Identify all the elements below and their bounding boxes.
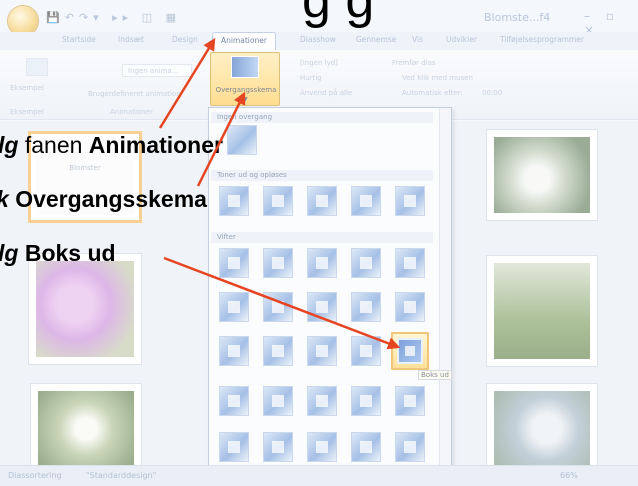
callout-arrows	[158, 37, 401, 350]
arrow-to-animationer-tab	[158, 37, 216, 129]
arrow-to-transition-scheme	[196, 91, 246, 187]
powerpoint-screenshot: 💾↶↷▾ ▸▸ ◫ ▦ Blomste...f4 – ▫ × Startside…	[0, 0, 638, 486]
arrow-to-box-out	[163, 256, 401, 350]
